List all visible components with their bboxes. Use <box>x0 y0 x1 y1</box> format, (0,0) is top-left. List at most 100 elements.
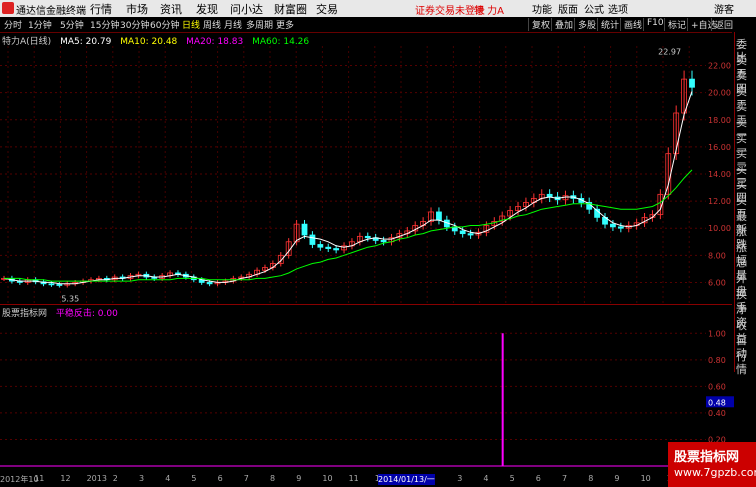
candle-body[interactable] <box>56 284 63 286</box>
period-60min[interactable]: 60分钟 <box>150 18 179 31</box>
candle-body[interactable] <box>309 234 316 245</box>
watermark-url: www.7gpzb.com <box>674 466 756 479</box>
date-label: 6 <box>535 474 541 483</box>
candle-body[interactable] <box>206 282 213 285</box>
candle-body[interactable] <box>325 246 332 249</box>
price-tick-label: 10.00 <box>708 224 731 233</box>
menu-banmian[interactable]: 版面 <box>558 1 578 16</box>
period-15min[interactable]: 15分钟 <box>90 18 119 31</box>
date-label: 9 <box>296 474 302 483</box>
price-tick-label: 14.00 <box>708 170 731 179</box>
date-label: 12 <box>60 474 71 483</box>
btn-tongji[interactable]: 统计 <box>597 18 622 31</box>
date-label: 3 <box>457 474 463 483</box>
date-label: 11 <box>34 474 45 483</box>
indicator-tick-label: 0.60 <box>708 382 726 391</box>
menu-faxian[interactable]: 发现 <box>196 1 218 17</box>
app-logo-icon <box>2 2 14 14</box>
period-30min[interactable]: 30分钟 <box>120 18 149 31</box>
menu-youke[interactable]: 游客 <box>714 1 734 16</box>
candle-body[interactable] <box>48 283 55 286</box>
btn-fuquan[interactable]: 复权 <box>528 18 553 31</box>
period-multi[interactable]: 多周期 <box>246 18 273 31</box>
price-tick-label: 8.00 <box>708 251 726 260</box>
menu-xuanxiang[interactable]: 选项 <box>608 1 628 16</box>
price-axis: 22.00 20.00 18.00 16.00 14.00 12.00 10.00 8.00 6… <box>708 62 731 288</box>
btn-duogu[interactable]: 多股 <box>574 18 599 31</box>
price-chart[interactable]: 22.97 5.35 <box>0 46 706 304</box>
indicator-tick-label: 0.40 <box>708 409 726 418</box>
ma-info-line: 特力A(日线) MA5: 20.79 MA10: 20.48 MA20: 18.… <box>0 34 309 47</box>
price-tick-label: 22.00 <box>708 62 731 71</box>
candle-body[interactable] <box>467 233 474 236</box>
btn-huaxian[interactable]: 画线 <box>620 18 645 31</box>
candle-body[interactable] <box>436 211 442 221</box>
candle-body[interactable] <box>301 223 308 236</box>
date-label: 2 <box>112 474 118 483</box>
period-more[interactable]: 更多 <box>276 18 294 31</box>
menu-gongneng[interactable]: 功能 <box>532 1 552 16</box>
indicator-tick-label: 0.80 <box>708 356 726 365</box>
btn-fanhui[interactable]: 返回 <box>711 18 736 31</box>
date-label: 4 <box>165 474 171 483</box>
quote-side-panel: 委比 卖五 卖四 卖三 卖二 卖一 买一 买二 买三 买四 买五 最新 涨跌 涨幅 总量 外盘 换手 净资 收益 自动… <box>734 32 756 376</box>
price-tick-label: 16.00 <box>708 143 731 152</box>
date-label: 5 <box>509 474 515 483</box>
candle-body[interactable] <box>364 235 371 239</box>
indicator-chart[interactable] <box>0 318 706 468</box>
date-label: 10 <box>640 474 651 483</box>
candle-body[interactable] <box>610 223 616 228</box>
menu-shichang[interactable]: 市场 <box>126 1 148 17</box>
date-label: 7 <box>562 474 568 483</box>
stock-name: 特 力A <box>474 6 505 17</box>
menu-hangqing[interactable]: 行情 <box>90 1 112 17</box>
indicator-info-line: 股票指标网 平稳反击: 0.00 <box>0 306 118 319</box>
menu-gongshi[interactable]: 公式 <box>584 1 604 16</box>
date-label: 9 <box>614 474 620 483</box>
title-bar: 通达信金融终端 行情 市场 资讯 发现 问小达 财富圈 交易 证券交易未登录 特… <box>0 0 756 17</box>
app-name: 通达信金融终端 <box>16 6 86 17</box>
date-label: 4 <box>483 474 489 483</box>
period-5min[interactable]: 5分钟 <box>60 18 84 31</box>
date-label: 10 <box>322 474 333 483</box>
price-tick-label: 12.00 <box>708 197 731 206</box>
menu-jiaoyi[interactable]: 交易 <box>316 1 338 17</box>
date-label: 7 <box>243 474 249 483</box>
date-label: 8 <box>588 474 594 483</box>
watermark-banner: 股票指标网 www.7gpzb.com <box>668 442 756 487</box>
pane-divider[interactable] <box>0 304 732 305</box>
date-label: 11 <box>348 474 359 483</box>
menu-zixun[interactable]: 资讯 <box>160 1 182 17</box>
menu-wenxiaoda[interactable]: 问小达 <box>230 1 263 17</box>
period-daily[interactable]: 日线 <box>182 18 200 31</box>
indicator-marker-label: 0.48 <box>708 398 726 407</box>
date-label: 2014/01/13/一 <box>378 474 435 485</box>
ma60-line <box>4 169 693 282</box>
btn-diejia[interactable]: 叠加 <box>551 18 576 31</box>
candle-body[interactable] <box>689 78 695 88</box>
date-axis: 2012年1011122013234567891011122014/01/13/… <box>0 474 724 487</box>
candle-body[interactable] <box>317 244 324 248</box>
side-panel-item[interactable]: 行情 <box>736 350 756 376</box>
date-label: 6 <box>217 474 223 483</box>
period-1min[interactable]: 1分钟 <box>28 18 52 31</box>
period-monthly[interactable]: 月线 <box>224 18 242 31</box>
candle-body[interactable] <box>617 226 624 229</box>
low-price-label: 5.35 <box>61 294 79 303</box>
btn-biaoji[interactable]: 标记 <box>664 18 689 31</box>
date-label: 2013 <box>86 474 107 483</box>
price-tick-label: 18.00 <box>708 116 731 125</box>
candle-body[interactable] <box>333 248 340 251</box>
period-weekly[interactable]: 周线 <box>203 18 221 31</box>
high-price-label: 22.97 <box>658 47 681 56</box>
candle-body[interactable] <box>380 240 387 243</box>
price-tick-label: 20.00 <box>708 89 731 98</box>
candle-body[interactable] <box>459 230 466 235</box>
date-label: 5 <box>191 474 197 483</box>
date-label: 8 <box>270 474 276 483</box>
menu-caifuquan[interactable]: 财富圈 <box>274 1 307 17</box>
period-fenshi[interactable]: 分时 <box>4 18 22 31</box>
date-label: 2012年10 <box>0 475 39 484</box>
watermark-title: 股票指标网 <box>674 450 740 465</box>
price-tick-label: 6.00 <box>708 278 726 287</box>
